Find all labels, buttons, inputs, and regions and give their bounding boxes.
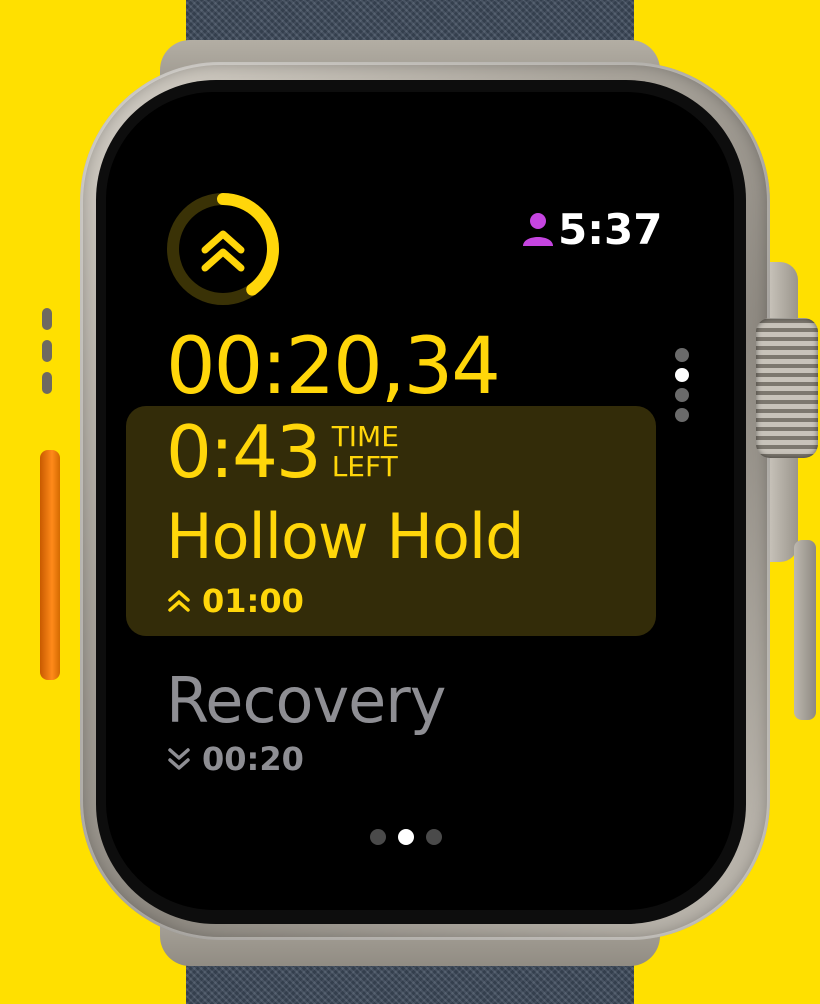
interval-progress-ring[interactable]: [164, 190, 282, 308]
person-icon: [523, 213, 553, 246]
current-duration-value: 01:00: [202, 582, 304, 620]
speaker-grille: [42, 372, 52, 394]
clock-time: 5:37: [558, 204, 663, 254]
page-dot: [426, 829, 442, 845]
page-dot-active: [675, 368, 689, 382]
time-left-label-top: TIME: [331, 420, 399, 453]
vertical-page-indicator: [672, 348, 692, 422]
side-button[interactable]: [794, 540, 816, 720]
action-button[interactable]: [40, 450, 60, 680]
chevron-up-double-icon: [168, 590, 190, 612]
time-left-label-bottom: LEFT: [331, 450, 398, 483]
status-clock: 5:37: [522, 204, 663, 254]
next-exercise-name: Recovery: [166, 664, 446, 737]
page-dot: [675, 348, 689, 362]
next-exercise-duration: 00:20: [166, 740, 304, 778]
speaker-grille: [42, 340, 52, 362]
page-dot: [675, 408, 689, 422]
chevron-up-double-icon: [201, 230, 245, 272]
page-dot-active: [398, 829, 414, 845]
speaker-grille: [42, 308, 52, 330]
horizontal-page-indicator: [370, 829, 442, 845]
digital-crown[interactable]: [756, 318, 818, 458]
watch-stage: 5:37 00:20,34 0:43 TIME LEFT Hollow Hold…: [0, 0, 820, 1004]
time-left-value: 0:43: [166, 410, 322, 494]
page-dot: [675, 388, 689, 402]
time-left: 0:43 TIME LEFT: [166, 412, 399, 492]
time-left-label: TIME LEFT: [332, 422, 399, 482]
current-exercise-name: Hollow Hold: [166, 500, 524, 573]
next-duration-value: 00:20: [202, 740, 304, 778]
page-dot: [370, 829, 386, 845]
current-exercise-duration: 01:00: [166, 582, 304, 620]
chevron-down-double-icon: [168, 748, 190, 770]
elapsed-time: 00:20,34: [166, 322, 501, 412]
